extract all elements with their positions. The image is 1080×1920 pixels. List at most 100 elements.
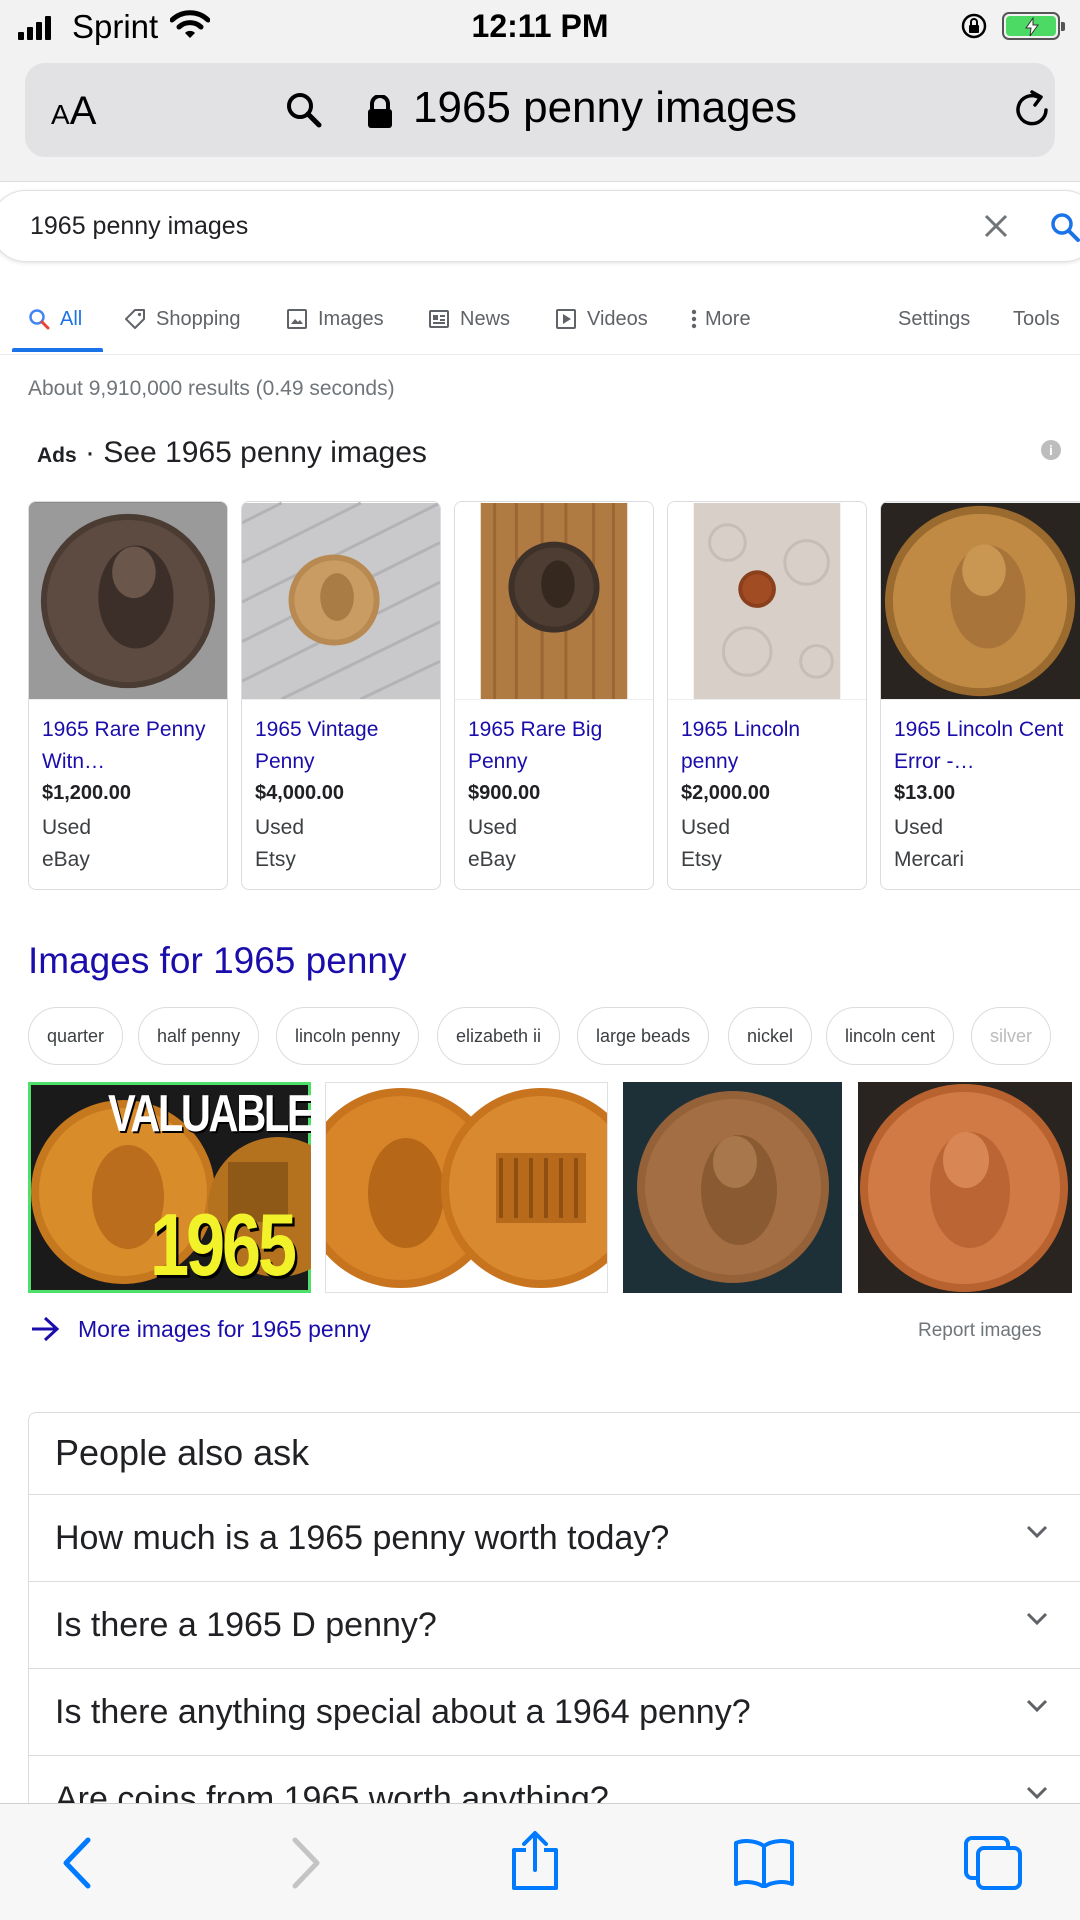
tab-news[interactable]: News — [428, 304, 510, 334]
chevron-down-icon — [1026, 1699, 1048, 1713]
chevron-down-icon — [1026, 1612, 1048, 1626]
ad-card[interactable]: 1965 Lincoln Cent Error -… $13.00 Used M… — [880, 501, 1080, 890]
search-icon — [287, 93, 322, 128]
penny-image — [29, 502, 227, 699]
ad-condition: Used — [894, 816, 944, 839]
ad-seller: Etsy — [255, 848, 296, 871]
search-tabs: All Shopping Images News Videos More Set… — [0, 290, 1080, 355]
tab-label: All — [60, 307, 83, 330]
newspaper-icon — [429, 310, 449, 328]
tab-more[interactable]: More — [691, 304, 751, 334]
penny-image — [881, 502, 1080, 699]
image-filter-chip[interactable]: lincoln cent — [826, 1007, 955, 1065]
paa-question[interactable]: Is there a 1965 D penny? — [29, 1582, 1080, 1669]
ad-title[interactable]: 1965 Vintage Penny — [255, 714, 430, 778]
bookmarks-icon[interactable] — [733, 1838, 795, 1888]
ad-condition: Used — [255, 816, 305, 839]
ad-price: $13.00 — [894, 782, 956, 804]
search-icon — [29, 309, 50, 330]
thumbnail-text-year: 1965 — [150, 1195, 297, 1293]
image-icon — [287, 309, 307, 329]
google-search-box — [0, 190, 1080, 262]
ad-title[interactable]: 1965 Rare Penny Witn… — [42, 714, 217, 778]
penny-image — [455, 502, 653, 699]
image-filter-chip[interactable]: nickel — [728, 1007, 813, 1065]
image-thumbnail[interactable] — [623, 1082, 842, 1293]
status-bar: Sprint 12:11 PM — [0, 0, 1080, 55]
result-stats: About 9,910,000 results (0.49 seconds) — [28, 377, 395, 400]
tab-label: More — [705, 307, 751, 330]
address-bar[interactable]: AA 1965 penny images — [25, 63, 1055, 157]
tab-all[interactable]: All — [28, 304, 82, 334]
orientation-lock-icon — [961, 13, 987, 39]
report-images-link[interactable]: Report images — [918, 1320, 1042, 1342]
image-filter-chip[interactable]: silver — [971, 1007, 1052, 1065]
ad-title[interactable]: 1965 Lincoln penny — [681, 714, 856, 778]
image-filter-chip[interactable]: large beads — [577, 1007, 710, 1065]
search-icon[interactable] — [1049, 211, 1080, 243]
penny-image — [242, 502, 440, 699]
ad-title[interactable]: 1965 Rare Big Penny — [468, 714, 643, 778]
paa-question-text: How much is a 1965 penny worth today? — [55, 1519, 670, 1557]
tab-settings[interactable]: Settings — [898, 304, 970, 334]
back-icon[interactable] — [58, 1836, 98, 1890]
ad-condition: Used — [681, 816, 731, 839]
paa-question[interactable]: Is there anything special about a 1964 p… — [29, 1669, 1080, 1756]
forward-icon[interactable] — [285, 1836, 325, 1890]
tab-label: Videos — [587, 307, 648, 330]
image-thumbnail[interactable] — [858, 1082, 1072, 1293]
ad-seller: Mercari — [894, 848, 965, 871]
ad-card[interactable]: 1965 Rare Penny Witn… $1,200.00 Used eBa… — [28, 501, 228, 890]
more-images-label: More images for 1965 penny — [78, 1315, 371, 1342]
ads-separator: · — [85, 436, 104, 469]
ads-label: Ads — [37, 444, 77, 467]
share-icon[interactable] — [508, 1830, 562, 1892]
product-image — [881, 502, 1080, 700]
images-section-title[interactable]: Images for 1965 penny — [28, 940, 406, 982]
product-image — [455, 502, 653, 700]
tab-label: Shopping — [156, 307, 241, 330]
image-filter-chip[interactable]: lincoln penny — [276, 1007, 420, 1065]
image-thumbnail[interactable]: VALUABLE 1965 — [28, 1082, 311, 1293]
clock: 12:11 PM — [471, 8, 609, 44]
tabs-icon[interactable] — [962, 1834, 1024, 1892]
paa-title: People also ask — [29, 1413, 1080, 1495]
ad-card[interactable]: 1965 Vintage Penny $4,000.00 Used Etsy — [241, 501, 441, 890]
browser-toolbar: AA 1965 penny images — [0, 55, 1080, 182]
more-images-link[interactable]: More images for 1965 penny — [30, 1313, 371, 1345]
url-text[interactable]: 1965 penny images — [413, 83, 797, 133]
image-filter-chip[interactable]: half penny — [138, 1007, 260, 1065]
paa-question[interactable]: How much is a 1965 penny worth today? — [29, 1495, 1080, 1582]
ad-title[interactable]: 1965 Lincoln Cent Error -… — [894, 714, 1069, 778]
image-filter-chip[interactable]: elizabeth ii — [437, 1007, 561, 1065]
ad-card[interactable]: 1965 Lincoln penny $2,000.00 Used Etsy — [667, 501, 867, 890]
image-thumbnail[interactable] — [325, 1082, 608, 1293]
tab-label: Images — [318, 307, 384, 330]
ad-price: $1,200.00 — [42, 782, 131, 804]
tab-label: Settings — [898, 307, 971, 330]
image-filter-chip[interactable]: quarter — [28, 1007, 124, 1065]
ad-seller: Etsy — [681, 848, 722, 871]
tab-label: News — [460, 307, 511, 330]
ad-card[interactable]: 1965 Rare Big Penny $900.00 Used eBay — [454, 501, 654, 890]
product-image — [668, 502, 866, 700]
lock-icon — [368, 95, 392, 128]
clear-icon[interactable] — [981, 211, 1011, 241]
paa-question-text: Is there a 1965 D penny? — [55, 1606, 437, 1644]
tab-images[interactable]: Images — [286, 304, 384, 334]
ad-price: $900.00 — [468, 782, 541, 804]
ad-condition: Used — [42, 816, 92, 839]
reload-icon[interactable] — [1010, 88, 1054, 132]
ad-price: $4,000.00 — [255, 782, 344, 804]
battery-icon — [1002, 12, 1065, 40]
ad-condition: Used — [468, 816, 518, 839]
tab-tools[interactable]: Tools — [1013, 304, 1060, 334]
thumbnail-text-valuable: VALUABLE — [108, 1085, 311, 1143]
ad-price: $2,000.00 — [681, 782, 770, 804]
text-size-button[interactable]: AA — [51, 89, 96, 134]
search-input[interactable] — [30, 191, 930, 261]
people-also-ask: People also ask How much is a 1965 penny… — [28, 1412, 1080, 1812]
tab-videos[interactable]: Videos — [555, 304, 648, 334]
info-icon[interactable]: i — [1041, 440, 1061, 460]
tab-shopping[interactable]: Shopping — [124, 304, 241, 334]
